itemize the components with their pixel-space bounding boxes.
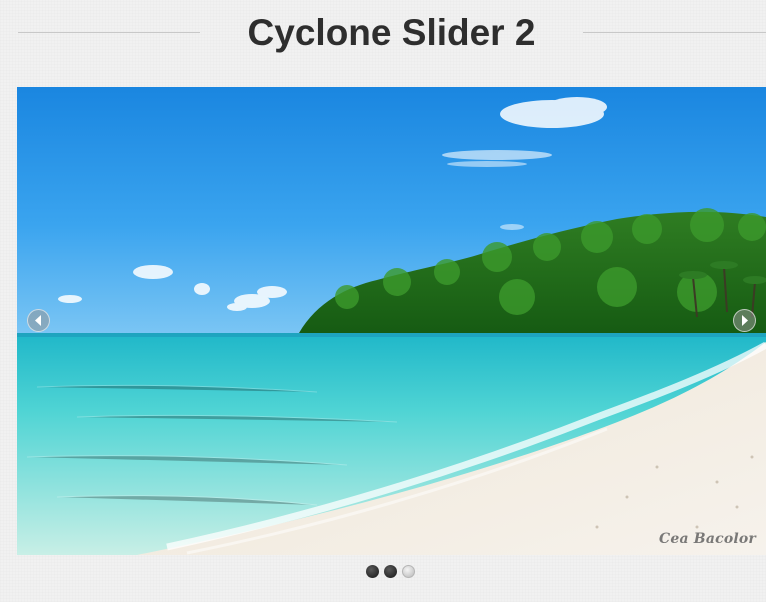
pager-dot-1[interactable] [366,565,379,578]
page-title: Cyclone Slider 2 [247,12,536,53]
pager-dot-2[interactable] [384,565,397,578]
chevron-right-icon [742,315,748,326]
title-row: Cyclone Slider 2 [0,0,766,68]
chevron-left-icon [35,315,41,326]
previous-slide-button[interactable] [27,309,50,332]
next-slide-button[interactable] [733,309,756,332]
title-divider-left [18,32,200,33]
photo-credit-watermark: Cea Bacolor [659,531,756,547]
pager-dot-3[interactable] [402,565,415,578]
slide-image-beach [17,87,766,555]
page: Cyclone Slider 2 Cea Bacolor [0,0,766,602]
image-slider: Cea Bacolor [17,87,766,555]
slider-pager [366,565,415,579]
title-divider-right [583,32,766,33]
